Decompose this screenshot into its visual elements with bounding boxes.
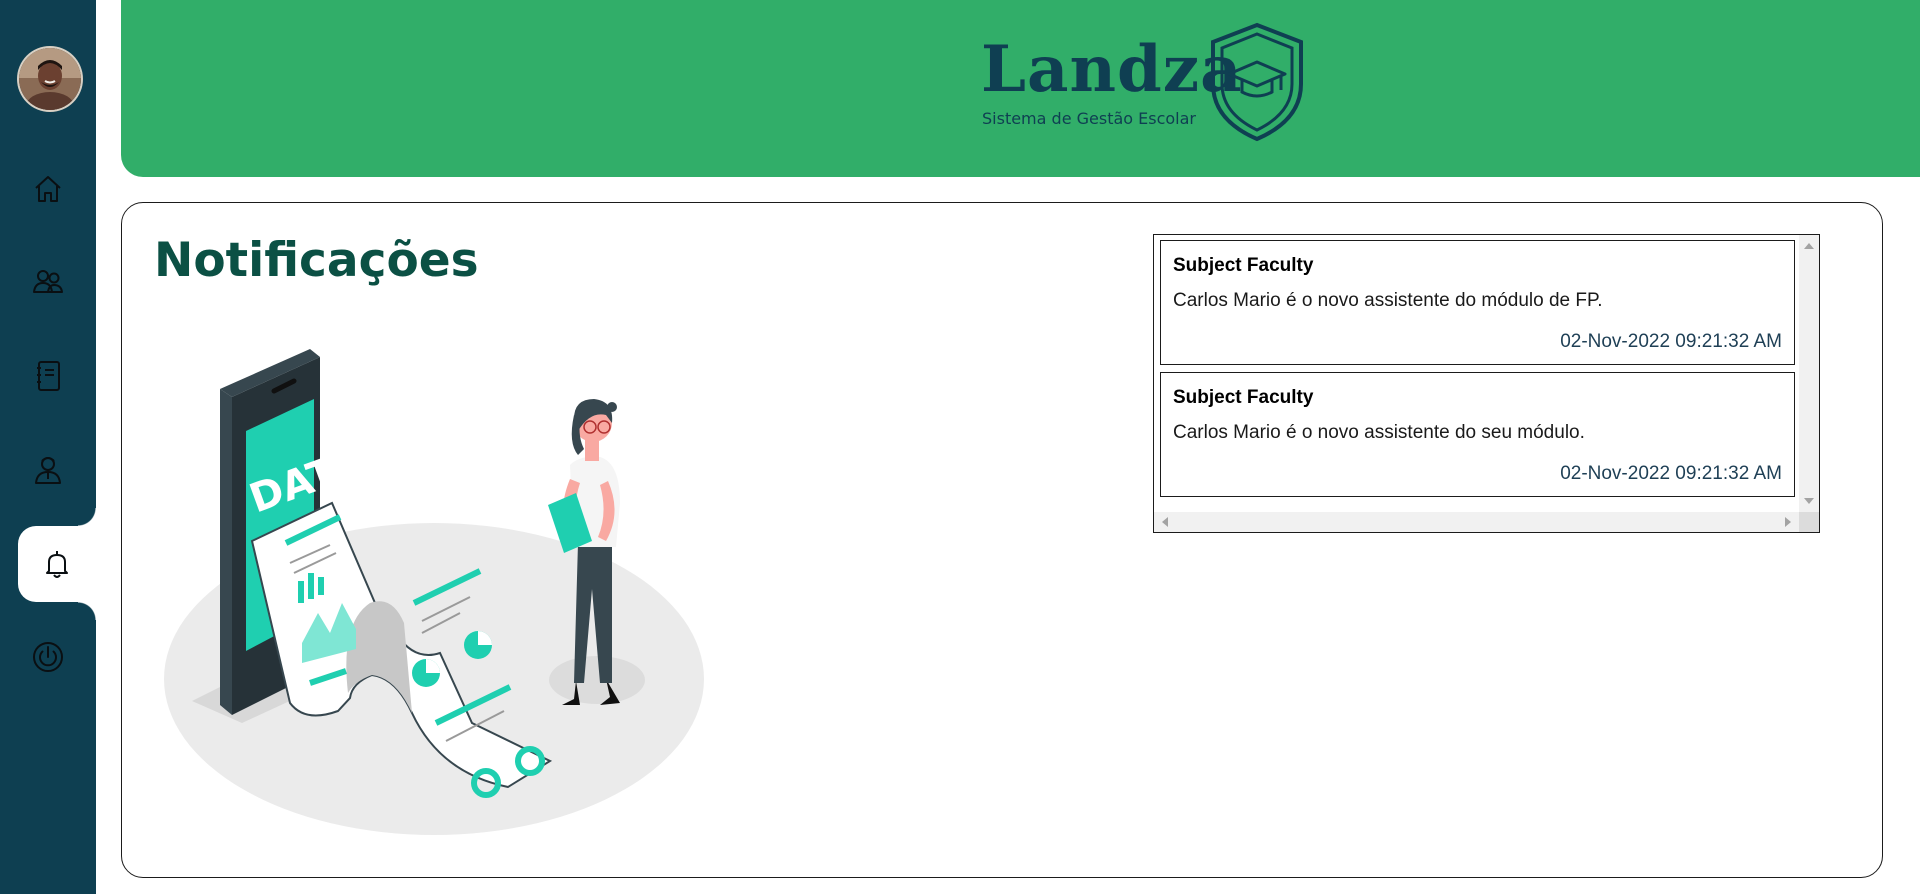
notification-item[interactable]: Subject Faculty Carlos Mario é o novo as… [1160,372,1795,497]
scroll-down-icon[interactable] [1804,498,1814,504]
vertical-scrollbar[interactable] [1799,235,1819,512]
notifications-list-box[interactable]: Subject Faculty Carlos Mario é o novo as… [1153,234,1820,533]
bell-icon [46,551,68,578]
notification-subject: Subject Faculty [1173,255,1314,276]
notifications-panel: Notificações DATA Subject Faculty Carlos… [121,202,1883,878]
brand-logo: Landza Sistema de Gestão Escolar [981,22,1311,144]
user-avatar[interactable] [19,48,81,110]
brand-name: Landza [981,32,1243,107]
horizontal-scrollbar[interactable] [1154,512,1799,532]
notification-date: 02-Nov-2022 09:21:32 AM [1560,331,1782,352]
brand-tagline: Sistema de Gestão Escolar [982,109,1197,128]
nav-home[interactable] [0,151,96,227]
nav-users[interactable] [0,244,96,320]
profile-icon [35,457,61,484]
nav-profile[interactable] [0,432,96,508]
scrollbar-corner [1799,512,1819,532]
nav-logout[interactable] [0,619,96,695]
power-icon [33,642,63,672]
home-icon [35,176,61,202]
scroll-up-icon[interactable] [1804,243,1814,249]
notification-message: Carlos Mario é o novo assistente do seu … [1173,422,1585,443]
notebook-icon [37,361,60,391]
header-banner: Landza Sistema de Gestão Escolar [121,0,1920,177]
notification-date: 02-Nov-2022 09:21:32 AM [1560,463,1782,484]
notification-item[interactable]: Subject Faculty Carlos Mario é o novo as… [1160,240,1795,365]
shield-graduation-cap-icon [1211,22,1303,142]
notifications-list: Subject Faculty Carlos Mario é o novo as… [1160,240,1795,504]
nav-notebook[interactable] [0,338,96,414]
users-icon [33,270,63,293]
notification-message: Carlos Mario é o novo assistente do módu… [1173,290,1603,311]
nav-notifications[interactable] [18,508,96,620]
data-report-illustration: DATA [164,349,704,835]
sidebar [0,0,96,894]
scroll-right-icon[interactable] [1785,517,1791,527]
notification-subject: Subject Faculty [1173,387,1314,408]
page-title: Notificações [154,233,479,288]
scroll-left-icon[interactable] [1162,517,1168,527]
